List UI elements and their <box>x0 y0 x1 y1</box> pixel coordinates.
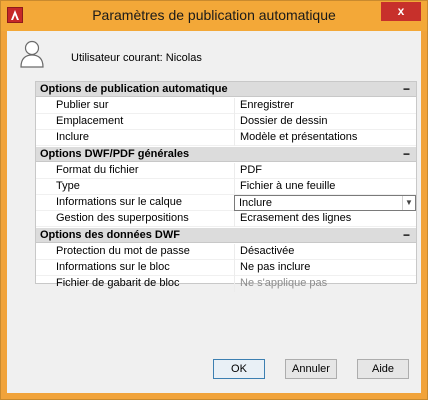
property-grid: Options de publication automatique − Pub… <box>35 81 417 292</box>
property-name: Format du fichier <box>56 164 139 176</box>
property-value[interactable]: Dossier de dessin <box>240 115 327 127</box>
property-row-file-format[interactable]: Format du fichier PDF <box>36 163 416 179</box>
title-bar[interactable]: Paramètres de publication automatique x <box>1 1 427 31</box>
property-row-block-info[interactable]: Informations sur le bloc Ne pas inclure <box>36 260 416 276</box>
column-divider <box>234 211 235 227</box>
property-value[interactable]: Ecrasement des lignes <box>240 212 351 224</box>
column-divider <box>234 276 235 292</box>
property-row-password-protection[interactable]: Protection du mot de passe Désactivée <box>36 244 416 260</box>
dialog-window: Paramètres de publication automatique x … <box>0 0 428 400</box>
property-name: Publier sur <box>56 99 109 111</box>
property-value[interactable]: Modèle et présentations <box>240 131 357 143</box>
window-title: Paramètres de publication automatique <box>92 7 336 23</box>
column-divider <box>234 260 235 276</box>
current-user-label: Utilisateur courant: Nicolas <box>71 52 202 64</box>
cancel-button[interactable]: Annuler <box>285 359 337 379</box>
property-name: Gestion des superpositions <box>56 212 189 224</box>
property-name: Fichier de gabarit de bloc <box>56 277 180 289</box>
column-divider <box>234 114 235 130</box>
property-name: Protection du mot de passe <box>56 245 190 257</box>
ok-button[interactable]: OK <box>213 359 265 379</box>
category-header-autopublish[interactable]: Options de publication automatique − <box>36 82 416 97</box>
chevron-down-icon[interactable]: ▼ <box>402 196 415 210</box>
category-title: Options des données DWF <box>40 229 180 241</box>
property-row-location[interactable]: Emplacement Dossier de dessin <box>36 114 416 130</box>
property-name: Informations sur le bloc <box>56 261 170 273</box>
property-name: Informations sur le calque <box>56 196 182 208</box>
property-name: Type <box>56 180 80 192</box>
user-icon <box>20 40 44 68</box>
column-divider <box>234 130 235 146</box>
category-title: Options DWF/PDF générales <box>40 148 190 160</box>
property-row-block-template-file[interactable]: Fichier de gabarit de bloc Ne s'applique… <box>36 276 416 292</box>
property-value[interactable]: PDF <box>240 164 262 176</box>
help-button[interactable]: Aide <box>357 359 409 379</box>
column-divider <box>234 163 235 179</box>
layer-info-dropdown[interactable]: Inclure ▼ <box>234 195 416 211</box>
property-name: Inclure <box>56 131 90 143</box>
category-title: Options de publication automatique <box>40 83 228 95</box>
category-header-dwf-data[interactable]: Options des données DWF − <box>36 228 416 243</box>
column-divider <box>234 244 235 260</box>
dropdown-selected-value: Inclure <box>239 197 273 209</box>
property-row-type[interactable]: Type Fichier à une feuille <box>36 179 416 195</box>
property-value: Ne s'applique pas <box>240 277 328 289</box>
category-header-dwf-pdf-general[interactable]: Options DWF/PDF générales − <box>36 147 416 162</box>
property-value[interactable]: Fichier à une feuille <box>240 180 335 192</box>
column-divider <box>234 179 235 195</box>
property-row-layer-info[interactable]: Informations sur le calque Inclure ▼ <box>36 195 416 211</box>
column-divider <box>234 98 235 114</box>
collapse-icon[interactable]: − <box>403 228 410 242</box>
collapse-icon[interactable]: − <box>403 82 410 96</box>
current-user-row: Utilisateur courant: Nicolas <box>19 39 399 69</box>
property-row-overlap-handling[interactable]: Gestion des superpositions Ecrasement de… <box>36 211 416 227</box>
property-row-include[interactable]: Inclure Modèle et présentations <box>36 130 416 146</box>
dialog-client-area: Utilisateur courant: Nicolas Options de … <box>7 31 421 393</box>
close-button[interactable]: x <box>381 2 421 21</box>
property-name: Emplacement <box>56 115 124 127</box>
collapse-icon[interactable]: − <box>403 147 410 161</box>
property-row-publish-to[interactable]: Publier sur Enregistrer <box>36 98 416 114</box>
property-value[interactable]: Désactivée <box>240 245 294 257</box>
property-value[interactable]: Enregistrer <box>240 99 294 111</box>
property-value[interactable]: Ne pas inclure <box>240 261 310 273</box>
